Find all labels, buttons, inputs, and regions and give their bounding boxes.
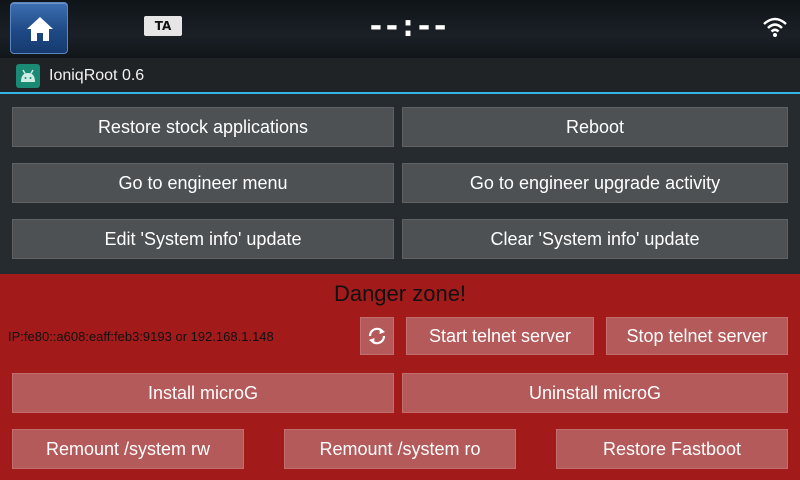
android-icon <box>16 64 40 88</box>
refresh-ip-button[interactable] <box>360 317 394 355</box>
wifi-icon <box>763 17 787 37</box>
reboot-button[interactable]: Reboot <box>402 107 788 147</box>
clock: --:-- <box>366 9 449 44</box>
edit-system-info-button[interactable]: Edit 'System info' update <box>12 219 394 259</box>
install-microg-button[interactable]: Install microG <box>12 373 394 413</box>
stop-telnet-button[interactable]: Stop telnet server <box>606 317 788 355</box>
home-button[interactable] <box>10 2 68 54</box>
home-icon <box>27 17 53 41</box>
engineer-menu-button[interactable]: Go to engineer menu <box>12 163 394 203</box>
remount-system-rw-button[interactable]: Remount /system rw <box>12 429 244 469</box>
status-bar: TA --:-- <box>0 0 800 58</box>
uninstall-microg-button[interactable]: Uninstall microG <box>402 373 788 413</box>
remount-system-ro-button[interactable]: Remount /system ro <box>284 429 516 469</box>
restore-stock-apps-button[interactable]: Restore stock applications <box>12 107 394 147</box>
refresh-icon <box>368 327 386 345</box>
ta-badge: TA <box>144 16 182 36</box>
restore-fastboot-button[interactable]: Restore Fastboot <box>556 429 788 469</box>
danger-zone-title: Danger zone! <box>333 281 467 306</box>
app-title-bar: IoniqRoot 0.6 <box>0 58 800 94</box>
app-title: IoniqRoot 0.6 <box>49 67 145 84</box>
clear-system-info-button[interactable]: Clear 'System info' update <box>402 219 788 259</box>
start-telnet-button[interactable]: Start telnet server <box>406 317 594 355</box>
engineer-upgrade-button[interactable]: Go to engineer upgrade activity <box>402 163 788 203</box>
ip-address-text: IP:fe80::a608:eaff:feb3:9193 or 192.168.… <box>8 329 274 344</box>
